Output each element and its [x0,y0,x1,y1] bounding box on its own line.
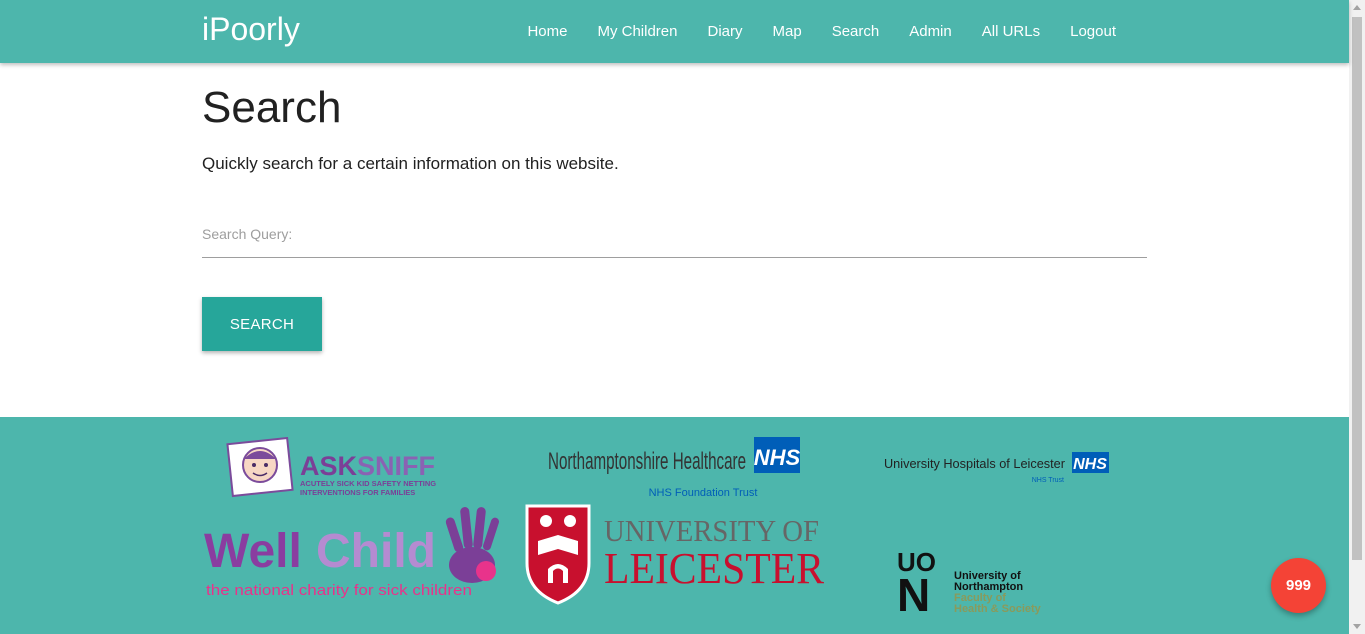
scroll-up-arrow-icon[interactable] [1353,5,1361,10]
search-button[interactable]: SEARCH [202,297,322,351]
footer: ASK SNIFF ACUTELY SICK KID SAFETY NETTIN… [0,417,1349,634]
northants-name: Northamptonshire Healthcare [548,448,746,475]
northants-healthcare-logo: Northamptonshire Healthcare NHS NHS Foun… [546,435,802,499]
page-description: Quickly search for a certain information… [202,154,619,173]
navbar: iPoorly Home My Children Diary Map Searc… [0,0,1349,63]
wellchild-name-part2: Child [316,525,436,578]
asksniff-name-part1: ASK [300,451,358,481]
nav-admin[interactable]: Admin [894,0,967,63]
uni-northampton-logo: UO N University of Northampton Faculty o… [897,547,1069,615]
page-title: Search [202,83,342,132]
uni-leicester-logo: UNIVERSITY OF LEICESTER [524,503,826,607]
uni-leicester-shield-icon [525,504,591,605]
asksniff-name-part2: SNIFF [357,451,435,481]
wellchild-logo: Well Child the national charity for sick… [204,503,504,605]
nav-home[interactable]: Home [512,0,582,63]
uhl-sub: NHS Trust [1032,477,1064,484]
northants-nhs-badge: NHS [754,445,801,470]
search-query-input[interactable] [202,215,1151,257]
handprint-icon [445,507,500,583]
nav-logout[interactable]: Logout [1055,0,1131,63]
nav-search[interactable]: Search [817,0,895,63]
uni-leicester-line2: LEICESTER [604,544,825,593]
scroll-thumb[interactable] [1352,17,1362,560]
search-field: Search Query: [202,215,1151,258]
uhl-nhs-badge: NHS [1073,456,1107,473]
emergency-999-button[interactable]: 999 [1271,558,1326,613]
northants-sub: NHS Foundation Trust [649,487,758,499]
nav-diary[interactable]: Diary [692,0,757,63]
uni-leicester-line1: UNIVERSITY OF [604,513,819,548]
uhl-name: University Hospitals of Leicester [884,456,1066,471]
asksniff-tagline-2: INTERVENTIONS FOR FAMILIES [300,488,415,497]
scroll-down-arrow-icon[interactable] [1353,624,1361,629]
brand-logo[interactable]: iPoorly [202,11,300,48]
nav-all-urls[interactable]: All URLs [967,0,1055,63]
uon-line-4: Health & Society [954,603,1042,615]
uon-mark-2: N [897,569,930,615]
nav-links: Home My Children Diary Map Search Admin … [512,0,1131,63]
asksniff-logo: ASK SNIFF ACUTELY SICK KID SAFETY NETTIN… [226,437,476,499]
uhl-logo: University Hospitals of Leicester NHS NH… [884,451,1110,485]
nav-map[interactable]: Map [758,0,817,63]
wellchild-name-part1: Well [204,525,302,578]
nav-my-children[interactable]: My Children [582,0,692,63]
vertical-scrollbar[interactable] [1349,0,1365,634]
wellchild-tagline: the national charity for sick children [206,582,472,599]
asksniff-tagline-1: ACUTELY SICK KID SAFETY NETTING [300,479,436,488]
